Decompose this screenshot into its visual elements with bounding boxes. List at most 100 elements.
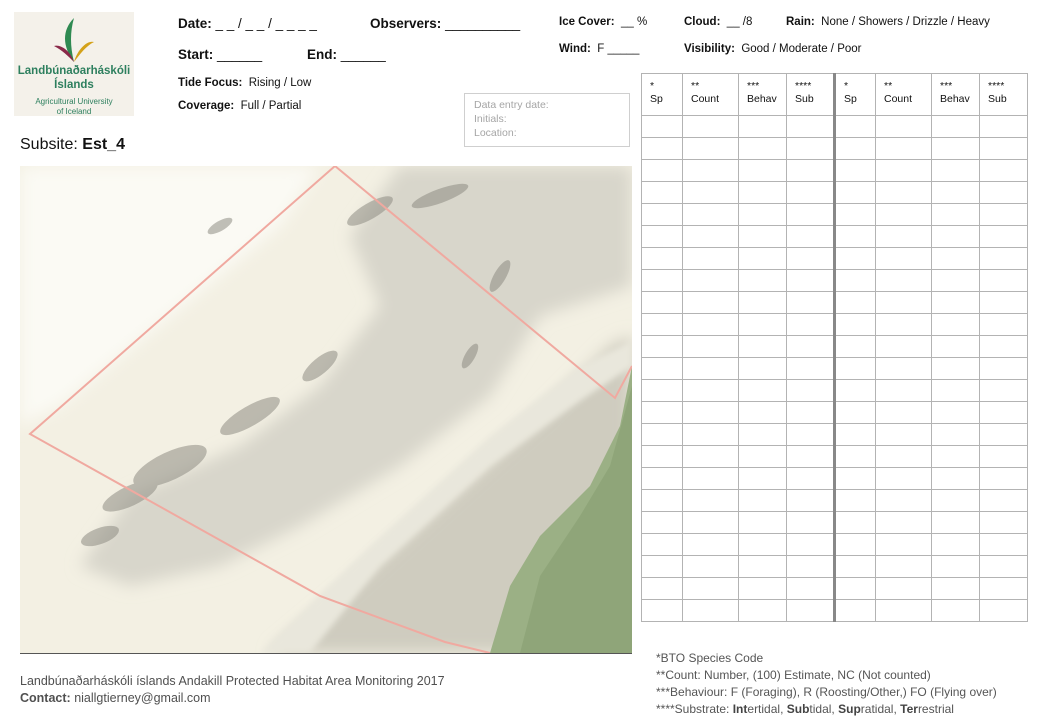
table-cell[interactable] bbox=[875, 489, 932, 512]
table-cell[interactable] bbox=[738, 225, 787, 248]
table-cell[interactable] bbox=[738, 533, 787, 556]
table-cell[interactable] bbox=[641, 489, 683, 512]
table-cell[interactable] bbox=[931, 335, 980, 358]
table-cell[interactable] bbox=[641, 225, 683, 248]
table-cell[interactable] bbox=[834, 467, 876, 490]
table-cell[interactable] bbox=[738, 423, 787, 446]
table-cell[interactable] bbox=[738, 555, 787, 578]
table-cell[interactable] bbox=[641, 555, 683, 578]
table-cell[interactable] bbox=[682, 489, 739, 512]
table-cell[interactable] bbox=[979, 577, 1028, 600]
table-cell[interactable] bbox=[875, 181, 932, 204]
table-cell[interactable] bbox=[641, 291, 683, 314]
table-cell[interactable] bbox=[979, 291, 1028, 314]
table-cell[interactable] bbox=[875, 269, 932, 292]
table-cell[interactable] bbox=[931, 137, 980, 160]
table-cell[interactable] bbox=[786, 313, 836, 336]
table-cell[interactable] bbox=[834, 181, 876, 204]
table-cell[interactable] bbox=[682, 269, 739, 292]
table-cell[interactable] bbox=[979, 599, 1028, 622]
table-cell[interactable] bbox=[786, 599, 836, 622]
table-cell[interactable] bbox=[682, 467, 739, 490]
table-cell[interactable] bbox=[875, 511, 932, 534]
table-cell[interactable] bbox=[979, 533, 1028, 556]
table-cell[interactable] bbox=[979, 357, 1028, 380]
table-cell[interactable] bbox=[834, 511, 876, 534]
tide-focus-field[interactable]: Tide Focus: Rising / Low bbox=[178, 77, 311, 89]
table-cell[interactable] bbox=[834, 379, 876, 402]
table-cell[interactable] bbox=[641, 137, 683, 160]
visibility-field[interactable]: Visibility: Good / Moderate / Poor bbox=[684, 43, 862, 55]
table-cell[interactable] bbox=[641, 533, 683, 556]
table-cell[interactable] bbox=[641, 269, 683, 292]
table-cell[interactable] bbox=[931, 291, 980, 314]
data-entry-box[interactable]: Data entry date: Initials: Location: bbox=[464, 93, 630, 147]
table-cell[interactable] bbox=[786, 225, 836, 248]
table-cell[interactable] bbox=[738, 181, 787, 204]
table-cell[interactable] bbox=[786, 115, 836, 138]
table-cell[interactable] bbox=[875, 379, 932, 402]
table-cell[interactable] bbox=[875, 313, 932, 336]
table-cell[interactable] bbox=[931, 115, 980, 138]
table-cell[interactable] bbox=[931, 401, 980, 424]
table-cell[interactable] bbox=[931, 379, 980, 402]
table-cell[interactable] bbox=[834, 335, 876, 358]
table-cell[interactable] bbox=[738, 357, 787, 380]
table-cell[interactable] bbox=[979, 335, 1028, 358]
table-cell[interactable] bbox=[738, 115, 787, 138]
coverage-field[interactable]: Coverage: Full / Partial bbox=[178, 100, 301, 112]
table-cell[interactable] bbox=[979, 401, 1028, 424]
table-cell[interactable] bbox=[682, 291, 739, 314]
table-cell[interactable] bbox=[641, 423, 683, 446]
end-field[interactable]: End: ______ bbox=[307, 47, 386, 62]
table-cell[interactable] bbox=[786, 489, 836, 512]
table-cell[interactable] bbox=[931, 511, 980, 534]
table-cell[interactable] bbox=[875, 533, 932, 556]
cloud-field[interactable]: Cloud: __ /8 bbox=[684, 16, 752, 28]
table-cell[interactable] bbox=[682, 401, 739, 424]
table-cell[interactable] bbox=[979, 269, 1028, 292]
table-cell[interactable] bbox=[979, 181, 1028, 204]
table-cell[interactable] bbox=[738, 269, 787, 292]
table-cell[interactable] bbox=[875, 225, 932, 248]
table-cell[interactable] bbox=[979, 379, 1028, 402]
table-cell[interactable] bbox=[682, 577, 739, 600]
table-cell[interactable] bbox=[786, 357, 836, 380]
table-cell[interactable] bbox=[875, 599, 932, 622]
table-cell[interactable] bbox=[979, 115, 1028, 138]
table-cell[interactable] bbox=[875, 357, 932, 380]
table-cell[interactable] bbox=[682, 335, 739, 358]
table-cell[interactable] bbox=[786, 577, 836, 600]
table-cell[interactable] bbox=[979, 489, 1028, 512]
table-cell[interactable] bbox=[641, 335, 683, 358]
table-cell[interactable] bbox=[786, 423, 836, 446]
table-cell[interactable] bbox=[834, 115, 876, 138]
table-cell[interactable] bbox=[738, 159, 787, 182]
table-cell[interactable] bbox=[834, 247, 876, 270]
table-cell[interactable] bbox=[786, 467, 836, 490]
table-cell[interactable] bbox=[682, 379, 739, 402]
contact-email[interactable]: niallgtierney@gmail.com bbox=[74, 691, 210, 705]
table-cell[interactable] bbox=[682, 247, 739, 270]
ice-cover-field[interactable]: Ice Cover: __ % bbox=[559, 16, 647, 28]
table-cell[interactable] bbox=[641, 577, 683, 600]
table-cell[interactable] bbox=[834, 577, 876, 600]
table-cell[interactable] bbox=[834, 203, 876, 226]
table-cell[interactable] bbox=[682, 511, 739, 534]
table-cell[interactable] bbox=[875, 203, 932, 226]
table-cell[interactable] bbox=[979, 467, 1028, 490]
table-cell[interactable] bbox=[875, 401, 932, 424]
table-cell[interactable] bbox=[641, 247, 683, 270]
table-cell[interactable] bbox=[641, 181, 683, 204]
table-cell[interactable] bbox=[682, 555, 739, 578]
table-cell[interactable] bbox=[834, 533, 876, 556]
table-cell[interactable] bbox=[979, 159, 1028, 182]
table-cell[interactable] bbox=[931, 313, 980, 336]
table-cell[interactable] bbox=[641, 445, 683, 468]
table-cell[interactable] bbox=[875, 423, 932, 446]
table-cell[interactable] bbox=[979, 225, 1028, 248]
table-cell[interactable] bbox=[641, 115, 683, 138]
table-cell[interactable] bbox=[834, 159, 876, 182]
table-cell[interactable] bbox=[875, 445, 932, 468]
table-cell[interactable] bbox=[834, 555, 876, 578]
